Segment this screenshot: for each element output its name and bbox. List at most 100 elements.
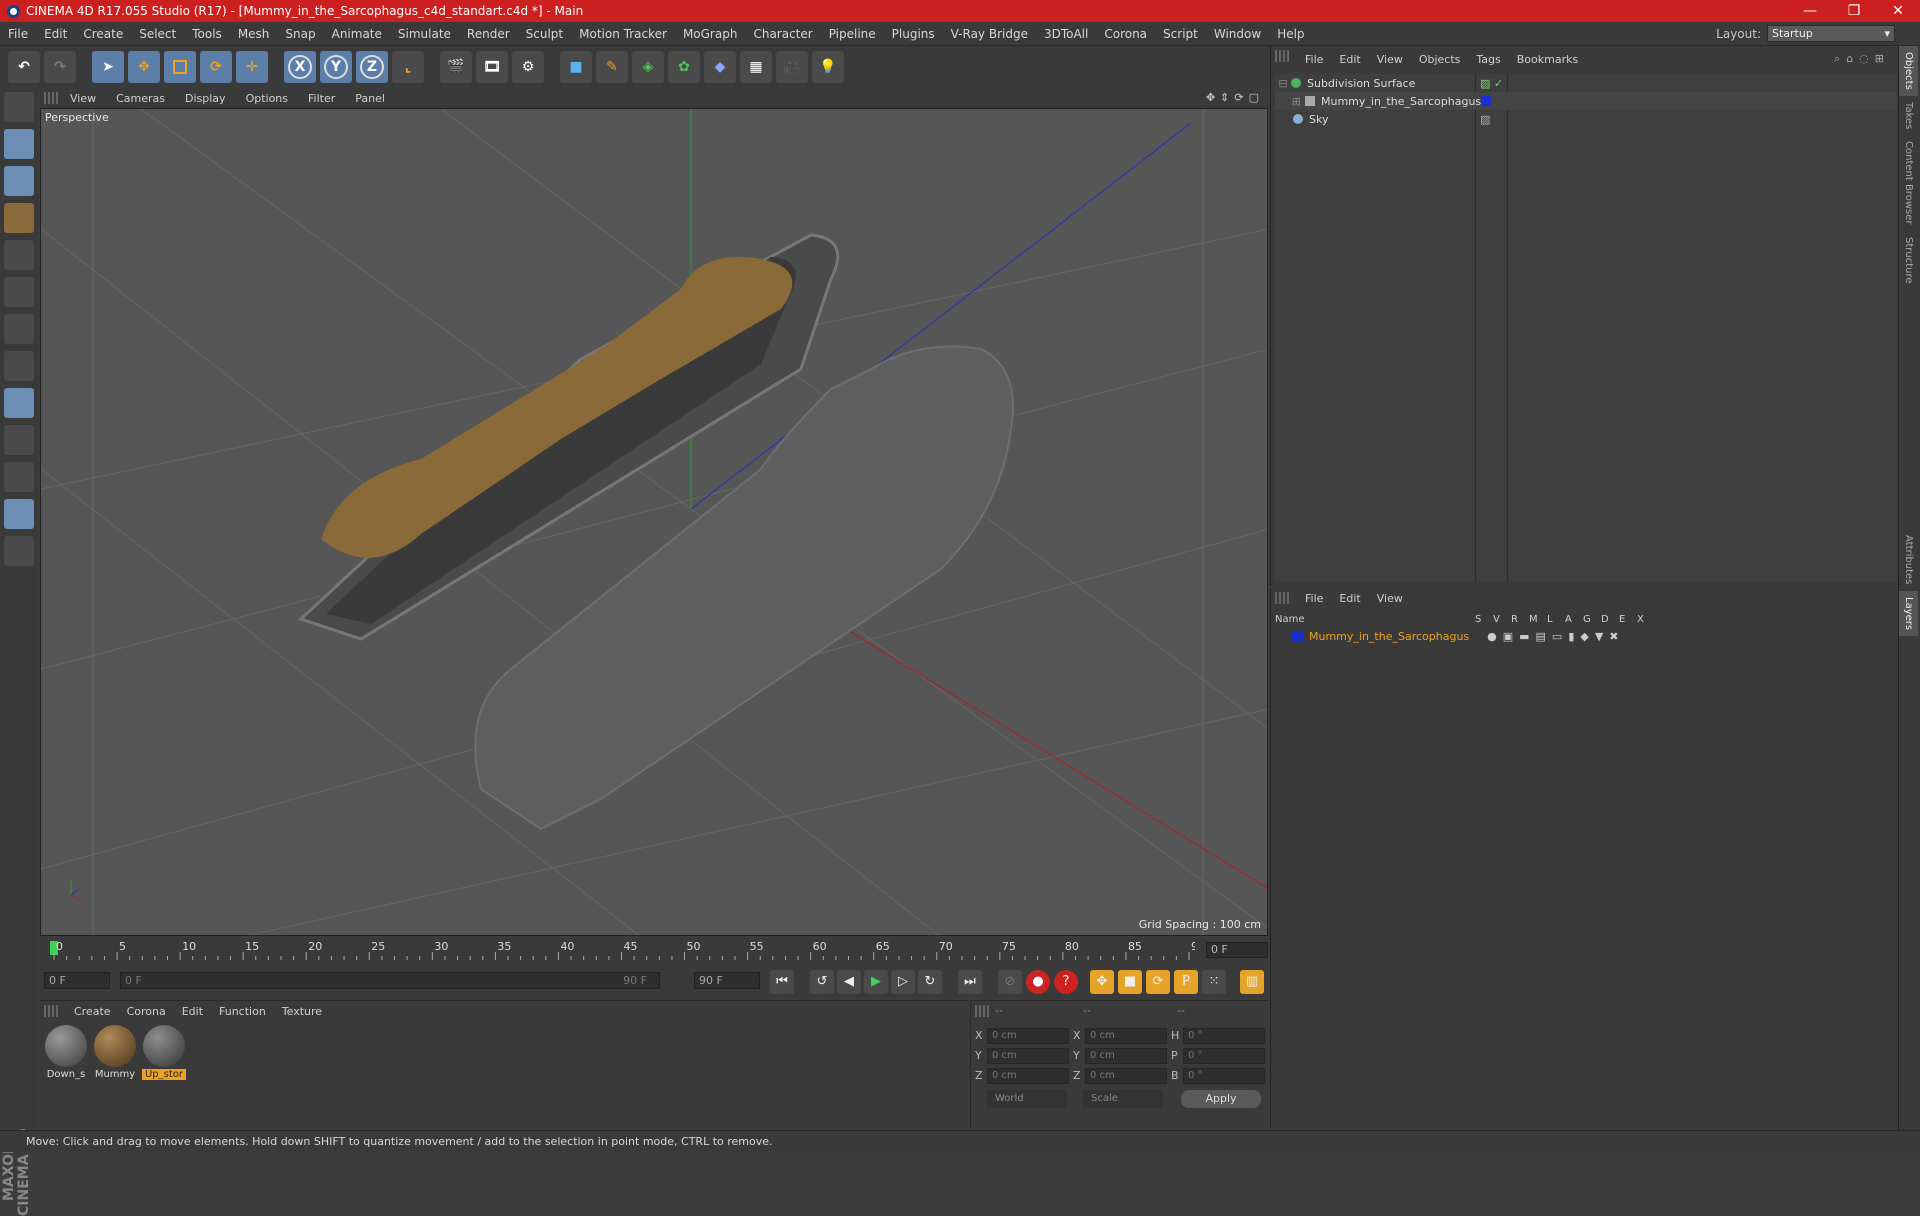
menu-simulate[interactable]: Simulate xyxy=(390,27,459,41)
menu-3dtoall[interactable]: 3DToAll xyxy=(1036,27,1096,41)
key-parameter-icon[interactable]: P xyxy=(1174,970,1198,994)
material-menu-edit[interactable]: Edit xyxy=(174,1005,211,1018)
viewport-menu-cameras[interactable]: Cameras xyxy=(106,92,175,105)
deformer-icon[interactable]: ◆ xyxy=(704,51,736,83)
position-y-field[interactable]: 0 cm xyxy=(987,1047,1069,1064)
visibility-icon[interactable]: ▨ xyxy=(1480,113,1490,126)
menu-character[interactable]: Character xyxy=(745,27,820,41)
go-to-start-icon[interactable]: ⏮ xyxy=(770,970,794,994)
viewport-menu-view[interactable]: View xyxy=(60,92,106,105)
material-swatch[interactable]: Down_s xyxy=(44,1025,88,1081)
menu-vray-bridge[interactable]: V-Ray Bridge xyxy=(943,27,1036,41)
menu-tools[interactable]: Tools xyxy=(184,27,230,41)
material-menu-corona[interactable]: Corona xyxy=(119,1005,174,1018)
light-bulb-icon[interactable]: 💡 xyxy=(812,51,844,83)
record-active-icon[interactable]: ● xyxy=(1026,970,1050,994)
go-to-end-icon[interactable]: ⏭ xyxy=(958,970,982,994)
menu-create[interactable]: Create xyxy=(75,27,131,41)
viewport-menu-display[interactable]: Display xyxy=(175,92,236,105)
layers-menu-view[interactable]: View xyxy=(1369,592,1411,605)
object-row-subdivision-surface[interactable]: ⊟ Subdivision Surface ▨ ✓ xyxy=(1275,74,1897,92)
viewport-menu-options[interactable]: Options xyxy=(236,92,298,105)
undo-icon[interactable]: ↶ xyxy=(8,51,40,83)
position-z-field[interactable]: 0 cm xyxy=(987,1067,1069,1084)
layer-name[interactable]: Mummy_in_the_Sarcophagus xyxy=(1309,630,1469,643)
size-z-field[interactable]: 0 cm xyxy=(1085,1067,1167,1084)
objects-menu-bookmarks[interactable]: Bookmarks xyxy=(1509,53,1586,66)
render-settings-icon[interactable]: ⚙ xyxy=(512,51,544,83)
rotate-tool-icon[interactable]: ⟳ xyxy=(200,51,232,83)
viewport-navigation-icons[interactable]: ✥⇕⟳▢ xyxy=(1206,91,1264,104)
menu-mograph[interactable]: MoGraph xyxy=(675,27,746,41)
objects-menu-file[interactable]: File xyxy=(1297,53,1331,66)
material-swatch[interactable]: Mummy xyxy=(93,1025,137,1081)
timeline-window-icon[interactable]: ▥ xyxy=(1240,970,1264,994)
material-swatch[interactable]: Up_stor xyxy=(142,1025,186,1081)
viewport-menu-panel[interactable]: Panel xyxy=(345,92,395,105)
next-keyframe-icon[interactable]: ↻ xyxy=(918,970,942,994)
prev-keyframe-icon[interactable]: ↺ xyxy=(810,970,834,994)
model-mode-icon[interactable] xyxy=(4,129,34,159)
workplane-lock-icon[interactable] xyxy=(4,499,34,529)
axis-mode-icon[interactable] xyxy=(4,351,34,381)
size-y-field[interactable]: 0 cm xyxy=(1085,1047,1167,1064)
rotation-h-field[interactable]: 0 ° xyxy=(1183,1027,1265,1044)
coordinate-mode-dropdown[interactable]: World xyxy=(987,1090,1067,1108)
floor-scene-icon[interactable]: ▦ xyxy=(740,51,772,83)
panel-grip-icon[interactable] xyxy=(1275,592,1289,604)
viewport-menu-filter[interactable]: Filter xyxy=(298,92,345,105)
mograph-cloner-icon[interactable]: ✿ xyxy=(668,51,700,83)
subdivision-surface-icon[interactable]: ◈ xyxy=(632,51,664,83)
next-frame-icon[interactable]: ▷ xyxy=(891,970,915,994)
position-x-field[interactable]: 0 cm xyxy=(987,1027,1069,1044)
points-mode-icon[interactable] xyxy=(4,240,34,270)
layers-menu-file[interactable]: File xyxy=(1297,592,1331,605)
play-icon[interactable]: ▶ xyxy=(864,970,888,994)
menu-sculpt[interactable]: Sculpt xyxy=(518,27,571,41)
redo-icon[interactable]: ↷ xyxy=(44,51,76,83)
end-frame-field[interactable]: 90 F xyxy=(694,972,760,989)
autokey-icon[interactable]: ? xyxy=(1054,970,1078,994)
key-rotation-icon[interactable]: ⟳ xyxy=(1146,970,1170,994)
snapping-magnet-icon[interactable] xyxy=(4,462,34,492)
transform-tool-icon[interactable]: ✛ xyxy=(236,51,268,83)
timeline-ruler[interactable]: 0 5 10 15 20 25 30 35 40 45 50 55 60 65 70 75 80 85 90 xyxy=(50,938,1195,962)
planar-workplane-icon[interactable] xyxy=(4,536,34,566)
key-scale-icon[interactable]: ■ xyxy=(1118,970,1142,994)
menu-script[interactable]: Script xyxy=(1155,27,1206,41)
maximize-button[interactable]: ❐ xyxy=(1832,3,1876,19)
objects-menu-tags[interactable]: Tags xyxy=(1468,53,1508,66)
menu-window[interactable]: Window xyxy=(1206,27,1269,41)
frame-range-slider[interactable]: 0 F 90 F xyxy=(120,972,660,989)
object-row-sky[interactable]: Sky ▨ xyxy=(1275,110,1897,128)
size-x-field[interactable]: 0 cm xyxy=(1085,1027,1167,1044)
object-row-mummy[interactable]: ⊞ Mummy_in_the_Sarcophagus xyxy=(1275,92,1897,110)
layer-color-tag[interactable] xyxy=(1481,96,1491,106)
key-pla-icon[interactable]: ⁙ xyxy=(1202,970,1226,994)
tab-takes[interactable]: Takes xyxy=(1899,96,1918,135)
menu-animate[interactable]: Animate xyxy=(324,27,390,41)
tab-structure[interactable]: Structure xyxy=(1899,231,1918,290)
tweak-mode-icon[interactable] xyxy=(4,388,34,418)
menu-corona[interactable]: Corona xyxy=(1096,27,1155,41)
camera-icon[interactable]: 🎥 xyxy=(776,51,808,83)
layer-color-swatch[interactable] xyxy=(1291,631,1303,641)
select-tool-icon[interactable]: ➤ xyxy=(92,51,124,83)
z-axis-lock-button[interactable]: Z xyxy=(356,51,388,83)
size-mode-dropdown[interactable]: Scale xyxy=(1083,1090,1163,1108)
material-menu-create[interactable]: Create xyxy=(66,1005,119,1018)
timeline[interactable]: 0 5 10 15 20 25 30 35 40 45 50 55 60 65 70 75 80 85 90 0 F xyxy=(40,938,1268,962)
menu-motion-tracker[interactable]: Motion Tracker xyxy=(571,27,675,41)
menu-mesh[interactable]: Mesh xyxy=(230,27,278,41)
tab-layers[interactable]: Layers xyxy=(1899,590,1918,636)
layout-dropdown[interactable]: Startup xyxy=(1767,25,1895,42)
x-axis-lock-button[interactable]: X xyxy=(284,51,316,83)
spline-pen-icon[interactable]: ✎ xyxy=(596,51,628,83)
object-manager-search-icon[interactable]: ⌕⌂◌⊞ xyxy=(1834,52,1890,66)
menu-select[interactable]: Select xyxy=(131,27,184,41)
close-button[interactable]: ✕ xyxy=(1876,3,1920,19)
tab-attributes[interactable]: Attributes xyxy=(1899,529,1918,590)
panel-grip-icon[interactable] xyxy=(975,1005,989,1017)
move-tool-icon[interactable]: ✥ xyxy=(128,51,160,83)
render-picture-viewer-icon[interactable]: 🎞 xyxy=(476,51,508,83)
